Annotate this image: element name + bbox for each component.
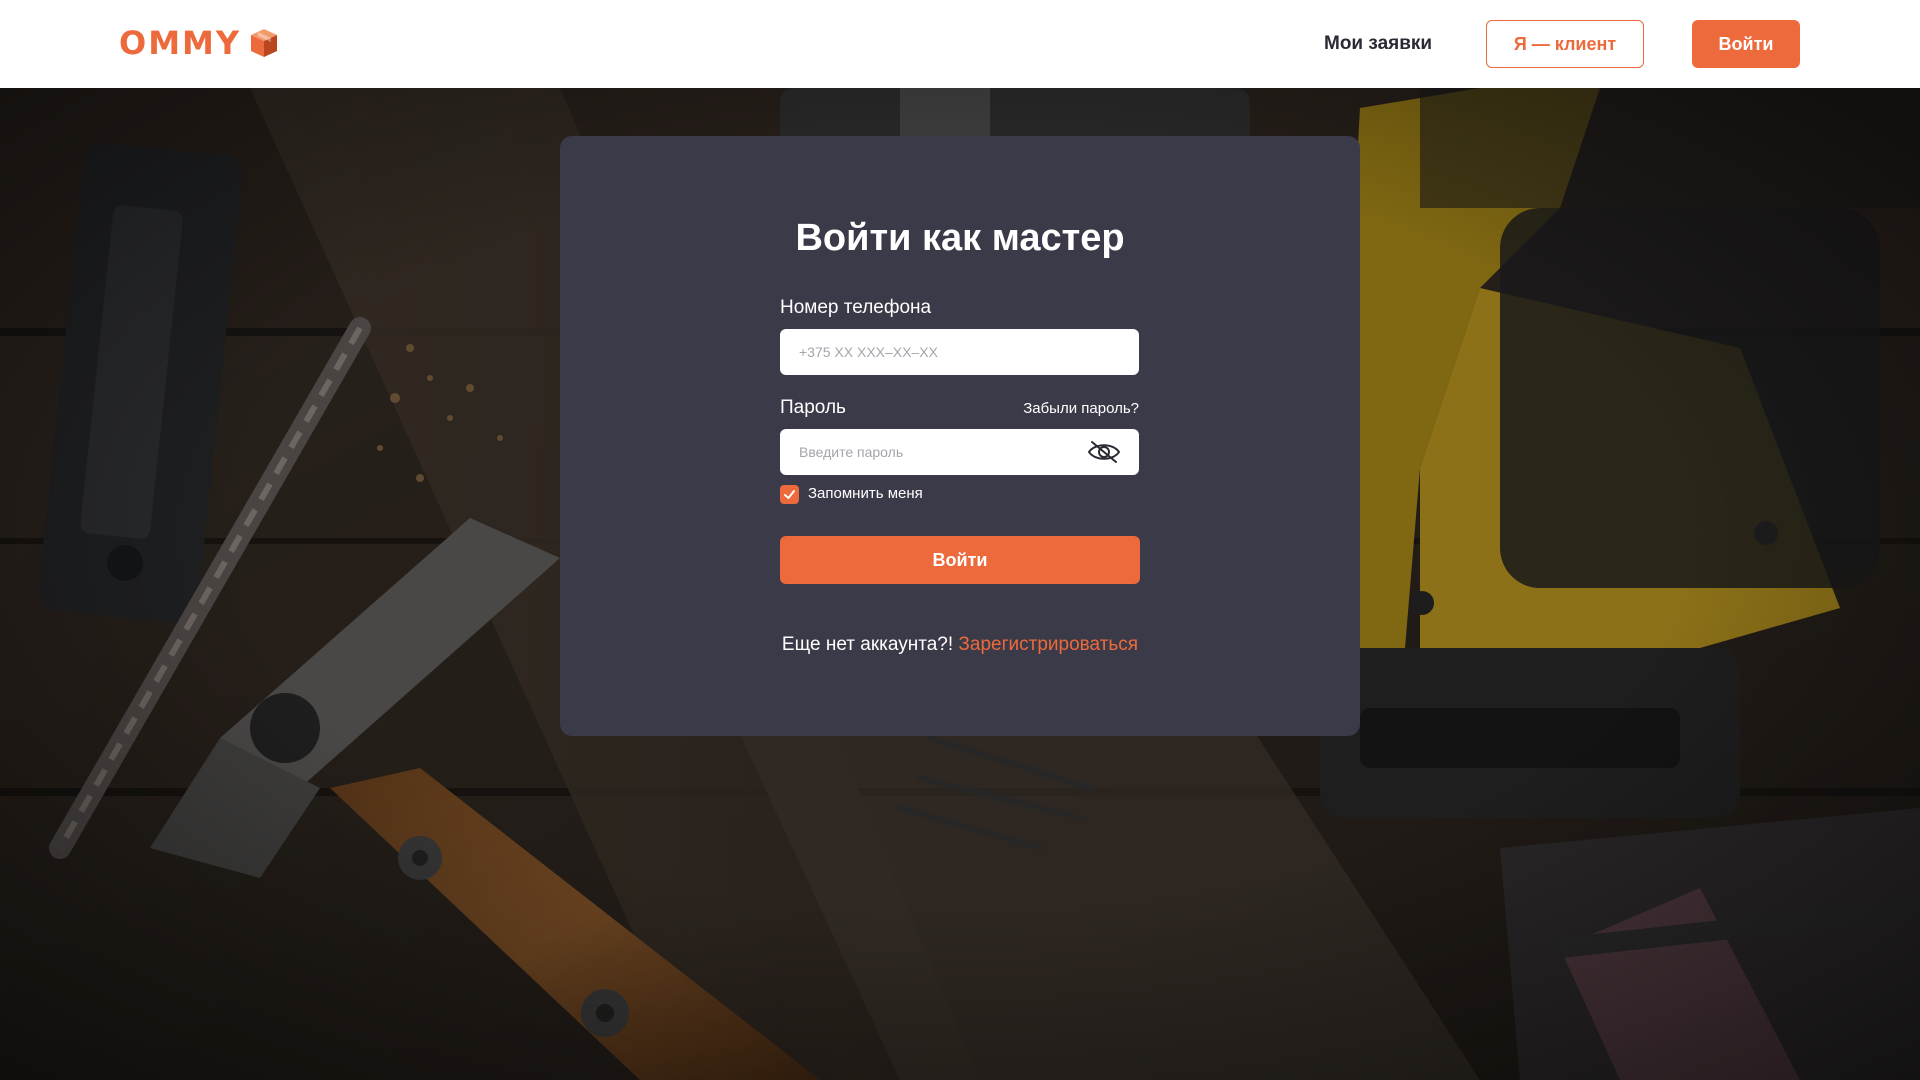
brand-name: OMMY	[119, 24, 242, 62]
signup-prompt: Еще нет аккаунта?! Зарегистрироваться	[560, 633, 1360, 657]
password-input[interactable]	[799, 444, 1069, 460]
nav-my-requests[interactable]: Мои заявки	[1324, 31, 1432, 57]
page-title: Войти как мастер	[795, 217, 1125, 259]
forgot-password-link[interactable]: Забыли пароль?	[1020, 399, 1139, 419]
cube-icon	[251, 29, 278, 57]
phone-input[interactable]	[799, 344, 1069, 360]
eye-hidden-icon[interactable]	[1087, 440, 1121, 464]
submit-login-button[interactable]: Войти	[780, 536, 1140, 584]
checkmark-icon	[784, 489, 795, 499]
login-card: Войти как мастер Номер телефона Пароль З…	[560, 136, 1360, 736]
header-login-button[interactable]: Войти	[1692, 20, 1800, 68]
no-account-text: Еще нет аккаунта?!	[781, 634, 954, 655]
register-link[interactable]: Зарегистрироваться	[958, 634, 1138, 655]
brand-logo[interactable]: OMMY	[119, 26, 281, 60]
remember-me[interactable]: Запомнить меня	[780, 484, 923, 504]
remember-me-label: Запомнить меня	[808, 485, 923, 502]
remember-checkbox[interactable]	[780, 484, 799, 504]
top-navbar: OMMY Мои заявки Я — клиент Войти	[0, 0, 1920, 88]
client-button[interactable]: Я — клиент	[1486, 20, 1644, 68]
phone-label: Номер телефона	[780, 297, 932, 318]
password-label: Пароль	[780, 397, 846, 418]
password-field-wrapper[interactable]	[780, 429, 1139, 475]
phone-field-wrapper[interactable]	[780, 329, 1139, 375]
